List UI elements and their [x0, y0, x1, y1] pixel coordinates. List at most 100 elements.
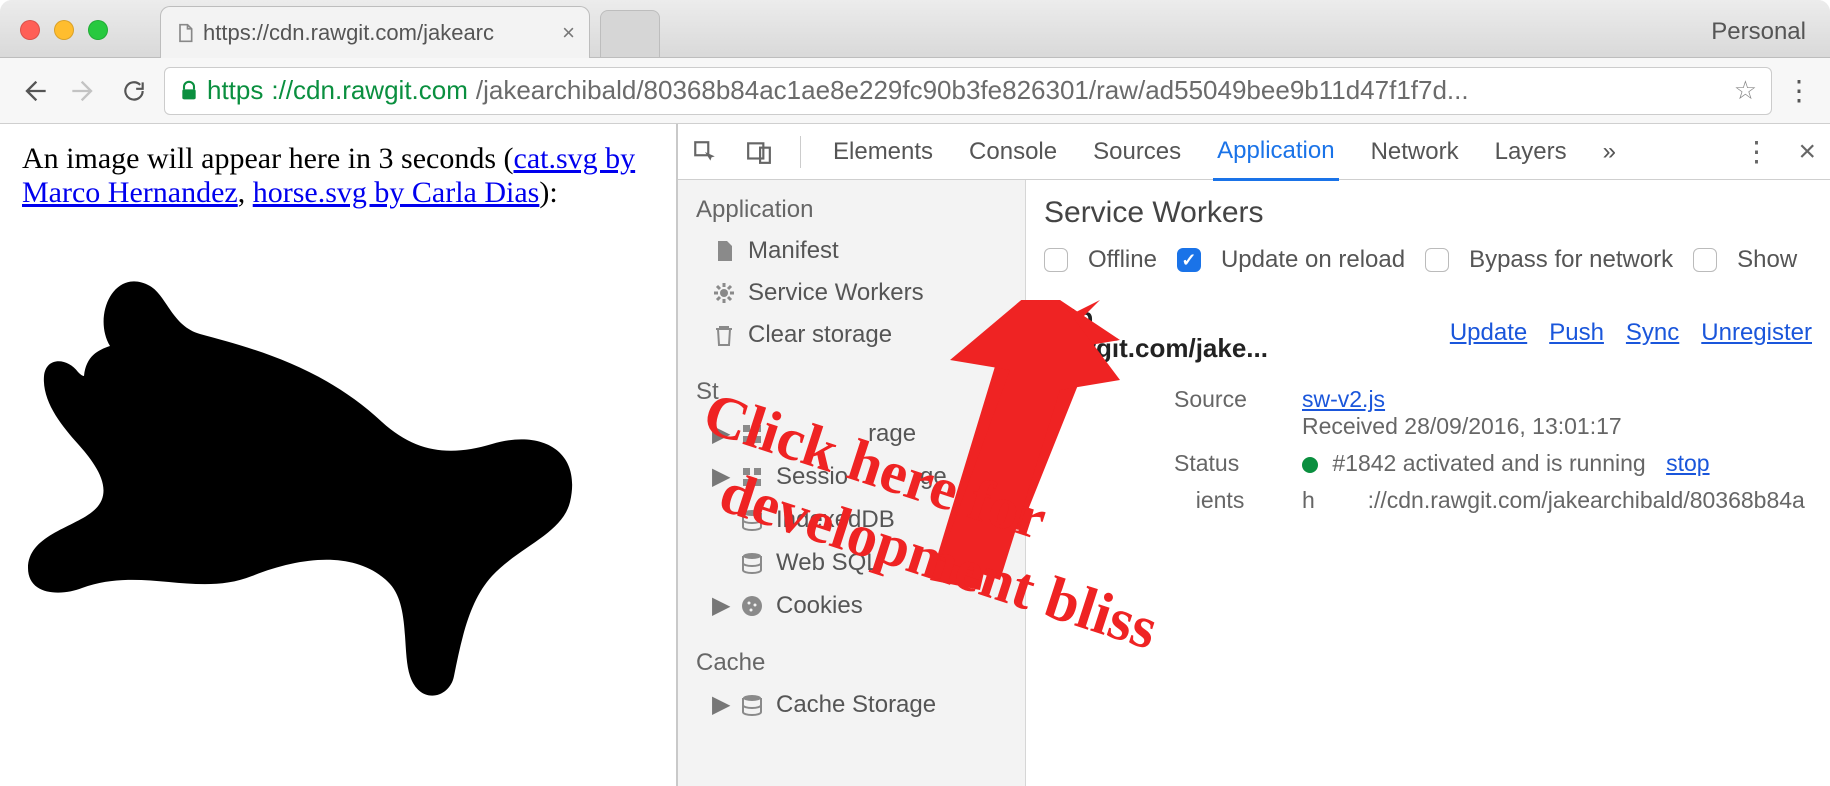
sw-action-unregister[interactable]: Unregister: [1701, 319, 1812, 347]
sidebar-item-cookies[interactable]: ▶ Cookies: [678, 584, 1025, 627]
tab-application[interactable]: Application: [1213, 123, 1338, 181]
tab-console[interactable]: Console: [965, 124, 1061, 179]
sidebar-label: Service Workers: [748, 279, 924, 307]
checkbox-update-on-reload[interactable]: ✓: [1177, 248, 1201, 272]
checkbox-offline[interactable]: [1044, 248, 1068, 272]
sidebar-item-clear-storage[interactable]: Clear storage: [678, 314, 1025, 356]
inspect-icon: [692, 139, 718, 165]
sw-action-update[interactable]: Update: [1450, 319, 1527, 347]
tab-layers[interactable]: Layers: [1491, 124, 1571, 179]
grid-icon: [740, 465, 764, 489]
reload-button[interactable]: [114, 71, 154, 111]
label-bypass-network: Bypass for network: [1469, 246, 1673, 274]
sw-scope-row: http .rawgit.com/jake... Update Push Syn…: [1044, 302, 1812, 364]
sidebar-label-partial: Sessio: [776, 463, 848, 491]
browser-menu-button[interactable]: ⋮: [1782, 74, 1816, 107]
tab-close-button[interactable]: ×: [562, 20, 575, 46]
sidebar-label-partial2: ge: [920, 463, 947, 491]
sw-action-sync[interactable]: Sync: [1626, 319, 1679, 347]
sidebar-item-websql[interactable]: ▶ Web SQL: [678, 541, 1025, 584]
tab-network[interactable]: Network: [1367, 124, 1463, 179]
arrow-left-icon: [20, 77, 48, 105]
tab-elements[interactable]: Elements: [829, 124, 937, 179]
devtools-close-button[interactable]: ×: [1798, 135, 1816, 169]
label-clients: Clients: [1174, 487, 1284, 514]
grid-icon: [740, 422, 764, 446]
url-path: /jakearchibald/80368b84ac1ae8e229fc90b3f…: [476, 75, 1469, 106]
sw-source-link[interactable]: sw-v2.js: [1302, 386, 1385, 412]
sidebar-item-manifest[interactable]: Manifest: [678, 230, 1025, 272]
bookmark-star-button[interactable]: ☆: [1734, 75, 1757, 106]
url-scheme: https: [207, 75, 263, 106]
sw-stop-link[interactable]: stop: [1666, 450, 1709, 476]
label-source: Source: [1174, 386, 1284, 440]
sidebar-item-local-storage[interactable]: ▶ Local Srage: [678, 412, 1025, 455]
separator: [800, 136, 801, 168]
database-icon: [740, 693, 764, 717]
sidebar-label: Cache Storage: [776, 691, 936, 719]
label-offline: Offline: [1088, 246, 1157, 274]
sidebar-label: Manifest: [748, 237, 839, 265]
intro-sep: ,: [238, 176, 253, 209]
sw-options-row: Offline ✓ Update on reload Bypass for ne…: [1044, 246, 1812, 274]
sidebar-group-storage: St: [678, 372, 1025, 412]
toolbar: https ://cdn.rawgit.com/jakearchibald/803…: [0, 58, 1830, 124]
device-toggle-button[interactable]: [746, 139, 772, 165]
browser-window: https://cdn.rawgit.com/jakearc × Persona…: [0, 0, 1830, 786]
sw-action-push[interactable]: Push: [1549, 319, 1604, 347]
sidebar-item-service-workers[interactable]: Service Workers: [678, 272, 1025, 314]
sidebar-label: Web SQL: [776, 549, 880, 577]
address-bar[interactable]: https ://cdn.rawgit.com/jakearchibald/803…: [164, 67, 1772, 115]
expand-icon: ▶: [712, 419, 728, 448]
document-icon: [712, 239, 736, 263]
close-window-button[interactable]: [20, 20, 40, 40]
application-sidebar: Application Manifest Service Workers Cle…: [678, 180, 1026, 786]
devtools-panel: Elements Console Sources Application Net…: [676, 124, 1830, 786]
reload-icon: [121, 78, 147, 104]
page-intro-text: An image will appear here in 3 seconds (…: [22, 142, 654, 210]
sidebar-group-application: Application: [678, 190, 1025, 230]
database-icon: [740, 508, 764, 532]
device-icon: [746, 139, 772, 165]
expand-icon: ▶: [712, 591, 728, 620]
tab-sources[interactable]: Sources: [1089, 124, 1185, 179]
lock-icon: [179, 79, 199, 103]
sidebar-item-cache-storage[interactable]: ▶ Cache Storage: [678, 683, 1025, 726]
intro-text-b: ):: [539, 176, 557, 209]
checkbox-bypass-network[interactable]: [1425, 248, 1449, 272]
profile-label[interactable]: Personal: [1711, 18, 1806, 46]
inspect-element-button[interactable]: [692, 139, 718, 165]
devtools-body: Application Manifest Service Workers Cle…: [678, 180, 1830, 786]
content-area: An image will appear here in 3 seconds (…: [0, 124, 1830, 786]
arrow-right-icon: [70, 77, 98, 105]
database-icon: [740, 551, 764, 575]
browser-tab-active[interactable]: https://cdn.rawgit.com/jakearc ×: [160, 6, 590, 58]
status-dot-icon: [1302, 457, 1318, 473]
service-workers-panel: Service Workers Offline ✓ Update on relo…: [1026, 180, 1830, 786]
sidebar-item-indexeddb[interactable]: ▶ IndexedDB: [678, 498, 1025, 541]
new-tab-button[interactable]: [600, 10, 660, 58]
url-host: ://cdn.rawgit.com: [271, 75, 468, 106]
sw-details: Source sw-v2.js Received 28/09/2016, 13:…: [1174, 386, 1812, 514]
sidebar-label: Clear storage: [748, 321, 892, 349]
sidebar-label: Cookies: [776, 592, 863, 620]
intro-text-a: An image will appear here in 3 seconds (: [22, 142, 514, 175]
sidebar-item-session-storage[interactable]: ▶ Sessio ge: [678, 455, 1025, 498]
traffic-lights: [20, 20, 108, 40]
page-content: An image will appear here in 3 seconds (…: [0, 124, 676, 786]
label-show: Show: [1737, 246, 1797, 274]
link-horse-svg[interactable]: horse.svg by Carla Dias: [253, 176, 540, 209]
checkbox-show[interactable]: [1693, 248, 1717, 272]
label-status: Status: [1174, 450, 1284, 477]
zoom-window-button[interactable]: [88, 20, 108, 40]
devtools-menu-button[interactable]: ⋮: [1742, 135, 1770, 168]
sw-scope-a: http: [1044, 302, 1093, 332]
tab-overflow[interactable]: »: [1599, 124, 1620, 179]
back-button[interactable]: [14, 71, 54, 111]
gear-icon: [712, 281, 736, 305]
panel-heading: Service Workers: [1044, 196, 1812, 230]
minimize-window-button[interactable]: [54, 20, 74, 40]
sw-status-text: #1842 activated and is running: [1332, 450, 1645, 476]
forward-button[interactable]: [64, 71, 104, 111]
trash-icon: [712, 323, 736, 347]
